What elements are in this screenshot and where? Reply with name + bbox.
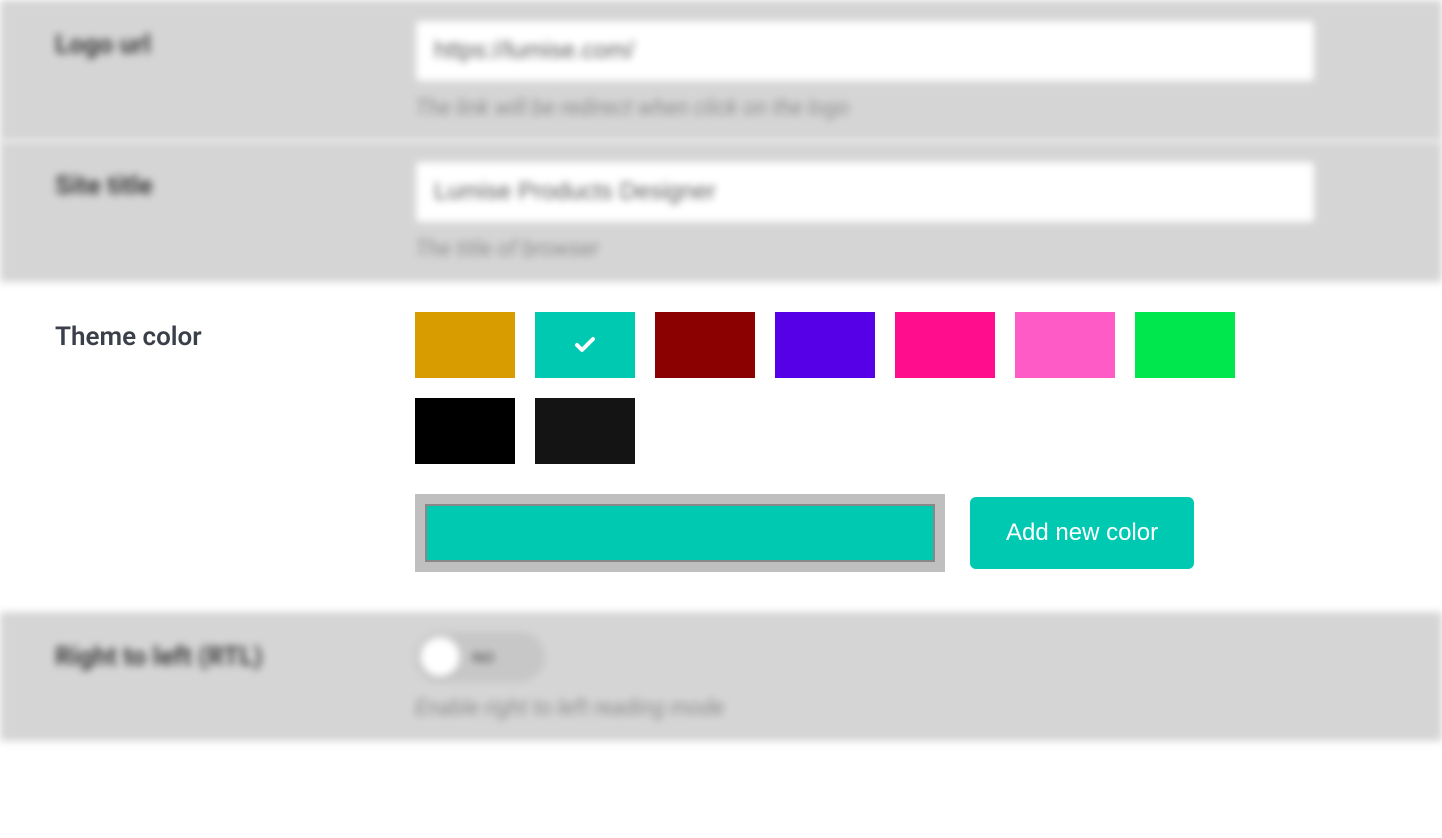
rtl-row: Right to left (RTL) NO Enable right to l… (0, 612, 1442, 741)
logo-url-input[interactable] (415, 20, 1315, 82)
logo-url-helper: The link will be redirect when click on … (415, 96, 1315, 121)
logo-url-label: Logo url (55, 30, 151, 60)
theme-color-row: Theme color Add new color (0, 282, 1442, 612)
color-swatch-1[interactable] (535, 312, 635, 378)
color-swatch-0[interactable] (415, 312, 515, 378)
custom-color-input-wrapper (415, 494, 945, 572)
color-swatch-4[interactable] (895, 312, 995, 378)
color-swatch-6[interactable] (1135, 312, 1235, 378)
color-swatch-container (415, 312, 1315, 464)
site-title-label: Site title (55, 171, 153, 201)
site-title-row: Site title The title of browser (0, 141, 1442, 282)
custom-color-input[interactable] (425, 504, 935, 562)
logo-url-row: Logo url The link will be redirect when … (0, 0, 1442, 141)
color-swatch-7[interactable] (415, 398, 515, 464)
rtl-label: Right to left (RTL) (55, 642, 263, 672)
color-swatch-5[interactable] (1015, 312, 1115, 378)
site-title-helper: The title of browser (415, 237, 1315, 262)
rtl-toggle[interactable]: NO (415, 632, 545, 682)
rtl-toggle-value: NO (472, 648, 494, 667)
check-icon (570, 333, 600, 357)
color-swatch-8[interactable] (535, 398, 635, 464)
add-new-color-button[interactable]: Add new color (970, 497, 1194, 569)
toggle-handle (420, 637, 460, 677)
site-title-input[interactable] (415, 161, 1315, 223)
rtl-helper: Enable right to left reading mode (415, 696, 1315, 721)
theme-color-label: Theme color (55, 322, 202, 352)
color-swatch-3[interactable] (775, 312, 875, 378)
color-swatch-2[interactable] (655, 312, 755, 378)
